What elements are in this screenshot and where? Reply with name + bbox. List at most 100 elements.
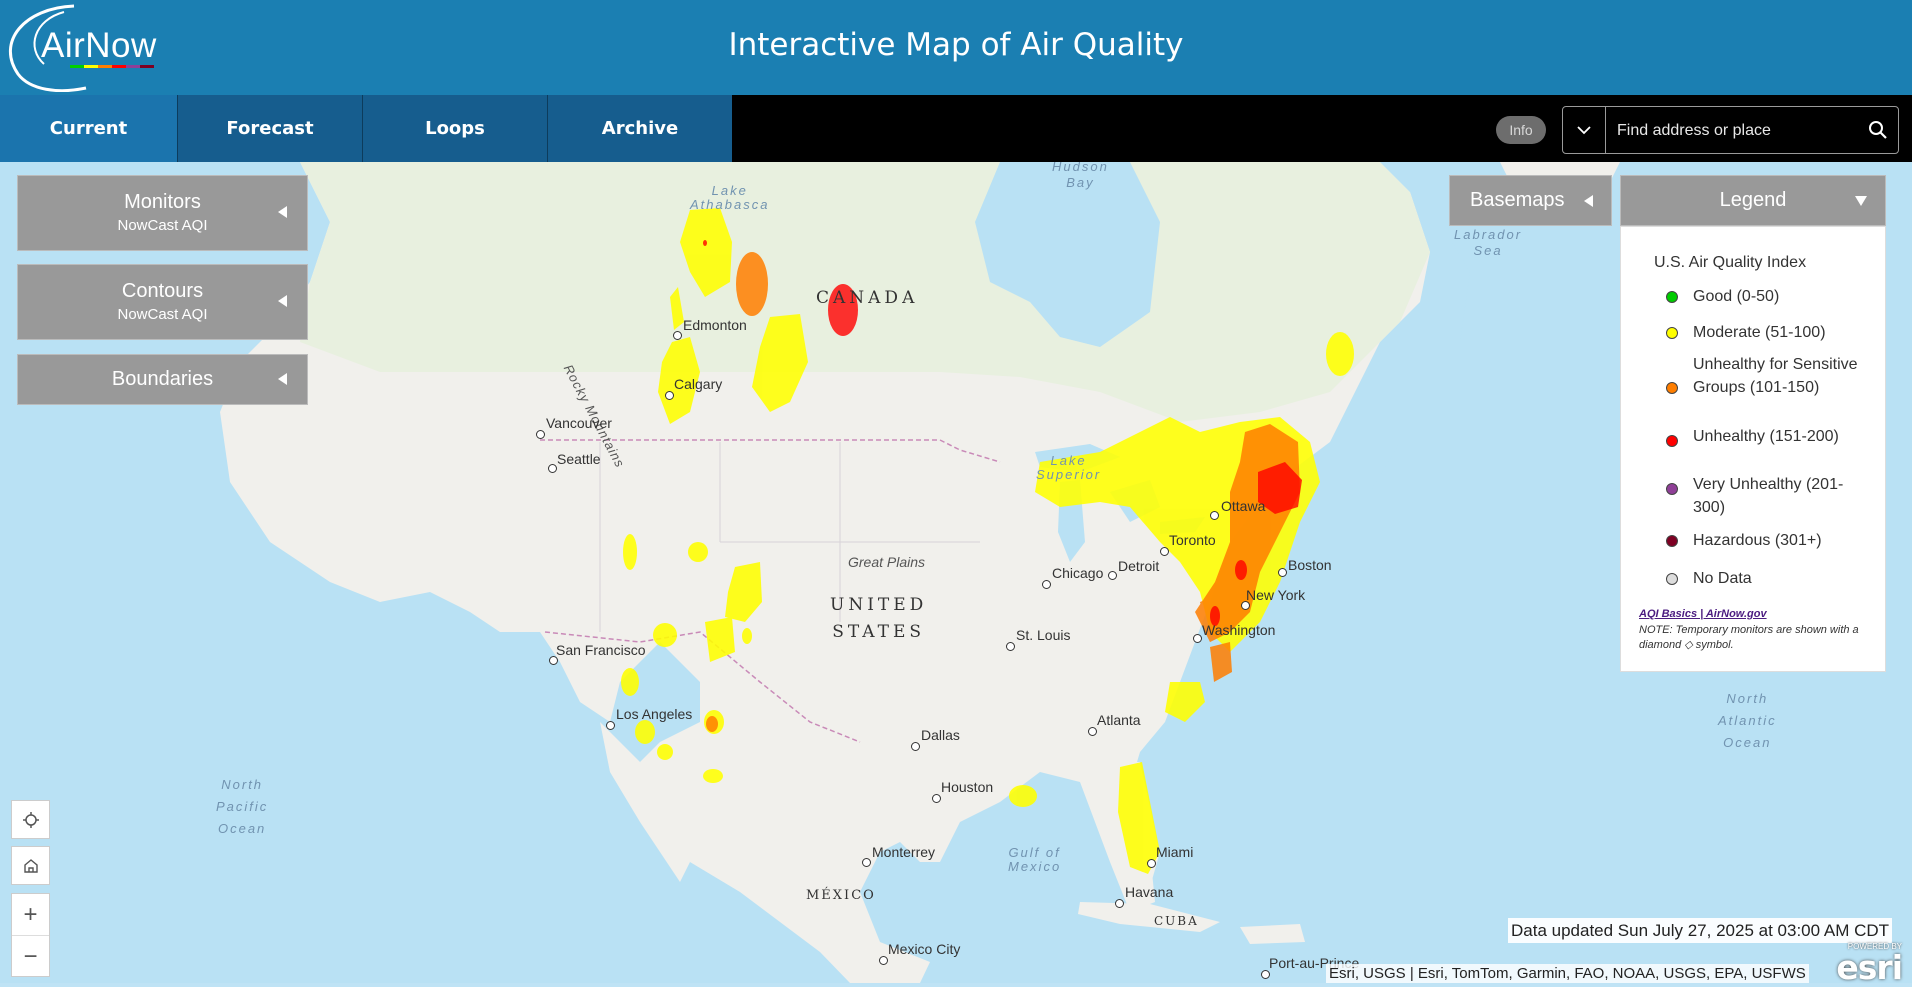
city-dot [911,742,920,751]
legend-panel: U.S. Air Quality Index Good (0-50) Moder… [1620,226,1886,672]
legend-toggle[interactable]: Legend [1620,175,1886,226]
city-dot [1006,642,1015,651]
city-label-new-york: New York [1246,587,1306,603]
city-label-havana: Havana [1125,884,1174,900]
home-button[interactable] [11,846,50,885]
water-label-lake-superior: Lake Superior [1036,453,1102,482]
legend-swatch [1666,483,1678,495]
contours-layer-button[interactable]: Contours NowCast AQI [17,264,308,340]
country-label-us: UNITED STATES [830,595,928,642]
locate-button[interactable] [11,800,50,839]
city-dot [536,430,545,439]
city-label-seattle: Seattle [557,451,601,467]
monitors-layer-button[interactable]: Monitors NowCast AQI [17,175,308,251]
city-dot [1088,727,1097,736]
city-dot [606,721,615,730]
info-button[interactable]: Info [1496,116,1546,144]
city-label-detroit: Detroit [1118,558,1160,574]
legend-swatch [1666,535,1678,547]
city-label-edmonton: Edmonton [683,317,747,333]
contours-title: Contours [121,280,204,302]
country-label-cuba: CUBA [1154,914,1199,928]
country-label-canada: CANADA [816,288,919,308]
chevron-down-icon [1577,126,1591,135]
zoom-in-button[interactable]: + [12,894,49,935]
city-dot [1115,899,1124,908]
search-source-dropdown[interactable] [1563,107,1606,153]
city-dot [1193,634,1202,643]
app-header: AirNow Interactive Map of Air Quality [0,0,1912,95]
city-label-mexico-city: Mexico City [888,941,961,957]
city-dot [673,331,682,340]
city-label-calgary: Calgary [674,376,723,392]
tab-forecast[interactable]: Forecast [177,95,362,162]
monitors-title: Monitors [124,191,201,213]
search-box [1562,106,1899,154]
page-title: Interactive Map of Air Quality [728,27,1184,63]
city-dot [1147,859,1156,868]
plus-icon: + [23,900,38,928]
expand-left-icon [278,372,287,385]
city-dot [665,391,674,400]
zoom-out-button[interactable]: − [12,935,49,977]
search-icon[interactable] [1866,118,1890,142]
legend-note: NOTE: Temporary monitors are shown with … [1639,624,1859,651]
tab-archive[interactable]: Archive [547,95,732,162]
city-dot [548,464,557,473]
water-label-hudson-bay: Hudson Bay [1052,162,1109,190]
city-label-chicago: Chicago [1052,565,1104,581]
city-dot [932,794,941,803]
region-label-great-plains: Great Plains [848,554,926,570]
expand-left-icon [278,206,287,218]
city-label-dallas: Dallas [921,727,960,743]
city-dot [1108,571,1117,580]
city-label-vancouver: Vancouver [546,415,612,431]
expand-left-icon [278,295,287,307]
city-dot [879,956,888,965]
city-dot [862,858,871,867]
legend-header-label: Legend [1719,189,1787,211]
collapse-down-icon [1855,196,1867,206]
monitors-subtitle: NowCast AQI [117,217,208,234]
legend-title: U.S. Air Quality Index [1654,254,1807,271]
tab-current[interactable]: Current [0,95,177,162]
water-label-lake-athabasca: Lake Athabasca [690,183,770,212]
locate-icon [22,811,39,828]
legend-swatch [1666,435,1678,447]
city-dot [1210,511,1219,520]
map-attribution[interactable]: Esri, USGS | Esri, TomTom, Garmin, FAO, … [1326,964,1809,983]
city-label-los-angeles: Los Angeles [616,706,693,722]
legend-swatch [1666,573,1678,585]
home-icon [23,858,38,873]
city-dot [1278,568,1287,577]
search-input[interactable] [1615,115,1849,147]
data-updated-text: Data updated Sun July 27, 2025 at 03:00 … [1508,918,1893,943]
city-label-st-louis: St. Louis [1016,627,1071,643]
city-dot [1261,970,1270,979]
minus-icon: − [23,942,38,970]
city-dot [1160,547,1169,556]
water-label-gulf-of-mexico: Gulf of Mexico [1008,845,1062,874]
water-label-north-atlantic: North Atlantic Ocean [1718,691,1777,750]
legend-swatch [1666,327,1678,339]
city-label-houston: Houston [941,779,994,795]
tab-loops[interactable]: Loops [362,95,547,162]
basemaps-button[interactable]: Basemaps [1449,175,1612,226]
contours-subtitle: NowCast AQI [117,306,208,323]
city-label-atlanta: Atlanta [1097,712,1141,728]
aqi-basics-link[interactable]: AQI Basics | AirNow.gov [1639,608,1767,620]
boundaries-layer-button[interactable]: Boundaries [17,354,308,405]
water-label-labrador-sea: Labrador Sea [1454,227,1523,258]
legend-swatch [1666,382,1678,394]
city-label-boston: Boston [1288,557,1332,573]
city-label-toronto: Toronto [1169,532,1216,548]
city-label-san-francisco: San Francisco [556,642,646,658]
city-label-washington: Washington [1202,622,1276,638]
boundaries-title: Boundaries [111,368,214,390]
water-label-north-pacific: North Pacific Ocean [216,777,269,836]
city-dot [1042,580,1051,589]
city-label-monterrey: Monterrey [872,844,936,860]
zoom-control: + − [11,893,50,977]
country-label-mexico: MÉXICO [806,888,876,903]
esri-logo[interactable]: POWERED BY esri [1826,942,1906,987]
